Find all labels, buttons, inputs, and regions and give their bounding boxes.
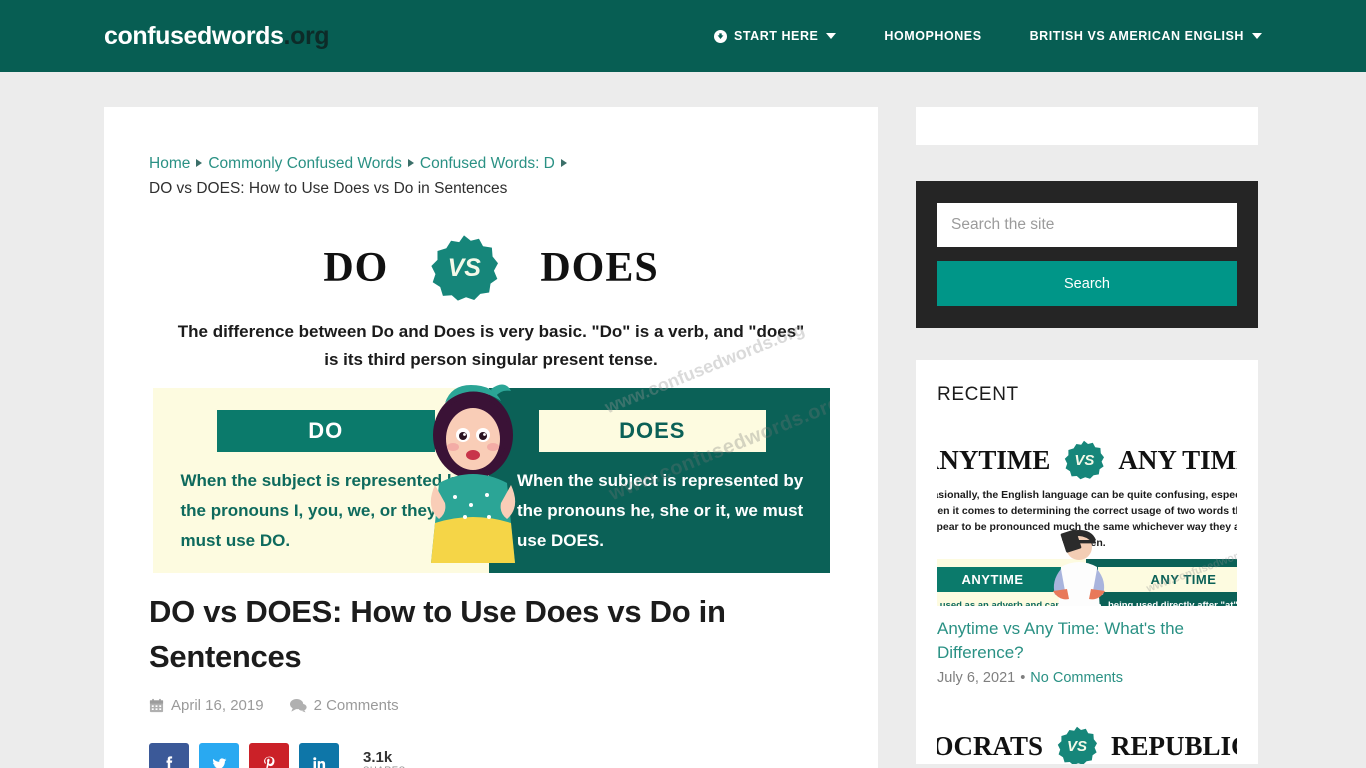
recent-post-item[interactable]: DEMOCRATS VS REPUBLICANS [937,704,1237,764]
nav-item-start-here[interactable]: START HERE [713,29,837,43]
main-navigation: START HERE HOMOPHONES BRITISH VS AMERICA… [713,29,1262,43]
vs-badge-label: VS [447,253,481,282]
infographic-right-word: DOES [540,245,659,291]
share-count-number: 3.1k [363,749,393,767]
pinterest-icon [263,756,274,768]
share-count: 3.1k SHARES [363,750,406,768]
breadcrumb-separator-icon [407,159,414,167]
featured-infographic[interactable]: DO VS DOES The difference between Do and… [152,216,830,573]
recent-post-thumbnail[interactable]: DEMOCRATS VS REPUBLICANS [937,704,1237,764]
share-linkedin-button[interactable] [299,743,339,768]
breadcrumb-separator-icon [196,159,203,167]
nav-item-homophones[interactable]: HOMOPHONES [884,29,981,43]
circle-down-arrow-icon [713,29,727,43]
recent-thumb-text-left: can be used as an adverb and can be used… [937,600,1075,606]
recent-post-thumbnail[interactable]: ANYTIME VS ANY TIME Occasionally, the En… [937,434,1237,606]
recent-thumb-subtitle: Occasionally, the English language can b… [937,489,1237,549]
recent-thumb-panels: ANYTIME can be used as an adverb and can… [937,529,1237,606]
infographic-chip-does: DOES [539,410,766,452]
recent-thumb-header: ANYTIME VS ANY TIME [937,434,1237,484]
recent-thumb-panel-right: ANY TIME being used directly after "at" … [1086,559,1237,606]
share-pinterest-button[interactable] [249,743,289,768]
page-title: DO vs DOES: How to Use Does vs Do in Sen… [149,594,726,674]
share-twitter-button[interactable] [199,743,239,768]
post-date-label: April 16, 2019 [171,697,264,714]
infographic-text-do: When the subject is represented by the p… [180,471,468,550]
infographic-left-word: DO [323,245,389,291]
sidebar-search-widget: Search [916,181,1258,328]
sidebar: Search RECENT ANYTIME VS [916,107,1258,768]
logo-name: confusedwords [104,21,284,50]
recent-thumb-chip-left: ANYTIME [937,567,1078,592]
search-button[interactable]: Search [937,261,1237,306]
infographic-subtitle: The difference between Do and Does is ve… [177,322,805,369]
chevron-down-icon [826,33,837,39]
nav-item-british-vs-american-english[interactable]: BRITISH VS AMERICAN ENGLISH [1030,29,1262,43]
recent-post-date: July 6, 2021 [937,670,1016,686]
infographic-panels: DO When the subject is represented by th… [152,384,830,573]
recent-post-title-link[interactable]: Anytime vs Any Time: What's the Differen… [937,617,1237,665]
recent-thumb-right-word: ANY TIME [1118,444,1237,475]
vs-badge-label: VS [1066,737,1087,755]
post-comments-label: 2 Comments [313,697,399,714]
infographic-header: DO VS DOES [153,216,830,314]
site-logo[interactable]: confusedwords.org [104,21,330,51]
linkedin-icon [312,756,325,768]
share-bar: 3.1k SHARES [149,743,833,768]
recent-thumb-panel-left: ANYTIME can be used as an adverb and can… [937,559,1086,606]
meta-separator: • [1020,670,1026,686]
breadcrumb-link-commonly-confused-words[interactable]: Commonly Confused Words [208,155,402,172]
logo-tld: .org [283,21,330,50]
post-comments-link[interactable]: 2 Comments [289,697,399,714]
infographic-panel-do: DO When the subject is represented by th… [152,388,489,573]
entry-meta: April 16, 2019 2 Comments [149,697,833,714]
breadcrumb-link-confused-words-d[interactable]: Confused Words: D [420,155,555,172]
share-facebook-button[interactable] [149,743,189,768]
vs-badge-icon: VS [1057,726,1097,764]
chevron-down-icon [1252,33,1262,39]
calendar-icon [149,698,164,713]
page-wrapper: Home Commonly Confused Words Confused Word… [0,72,1366,768]
breadcrumb-separator-icon [560,159,567,167]
sidebar-ad-placeholder [916,107,1258,145]
recent-thumb-left-word: DEMOCRATS [937,730,1043,761]
facebook-icon [166,755,172,768]
recent-thumb-chip-right: ANY TIME [1098,567,1237,592]
infographic-panel-does: DOES When the subject is represented by … [489,388,830,573]
recent-post-meta: July 6, 2021 • No Comments [937,670,1237,686]
recent-post-comments-link[interactable]: No Comments [1030,670,1123,686]
breadcrumb: Home Commonly Confused Words Confused Word… [149,151,809,201]
recent-widget-heading: RECENT [937,384,1019,405]
breadcrumb-current: DO vs DOES: How to Use Does vs Do in Sen… [149,180,508,197]
site-header: confusedwords.org START HERE HOMOPHONES … [0,0,1366,72]
nav-label-homophones: HOMOPHONES [884,29,982,43]
recent-thumb-text-right: being used directly after "at" being use… [1098,599,1237,606]
main-content: Home Commonly Confused Words Confused Word… [104,107,878,768]
recent-thumb-left-word: ANYTIME [937,444,1051,475]
post-date: April 16, 2019 [149,697,264,714]
infographic-chip-do: DO [216,410,435,452]
vs-badge-icon: VS [430,234,499,302]
twitter-icon [211,757,226,768]
breadcrumb-link-home[interactable]: Home [149,155,190,172]
vs-badge-icon: VS [1064,440,1105,480]
vs-badge-label: VS [1074,451,1095,469]
nav-label-british-vs-american-english: BRITISH VS AMERICAN ENGLISH [1029,29,1244,43]
recent-post-item[interactable]: ANYTIME VS ANY TIME Occasionally, the En… [937,434,1237,686]
recent-thumb-header: DEMOCRATS VS REPUBLICANS [937,704,1237,764]
recent-thumb-bullet: being used directly after "at" [1098,599,1237,606]
nav-label-start-here: START HERE [733,29,819,43]
comment-bubble-icon [289,698,307,713]
sidebar-recent-widget: RECENT ANYTIME VS ANY TIM [916,360,1258,764]
infographic-text-does: When the subject is represented by the p… [517,471,804,550]
search-input[interactable] [937,203,1237,247]
recent-thumb-right-word: REPUBLICANS [1110,730,1237,761]
